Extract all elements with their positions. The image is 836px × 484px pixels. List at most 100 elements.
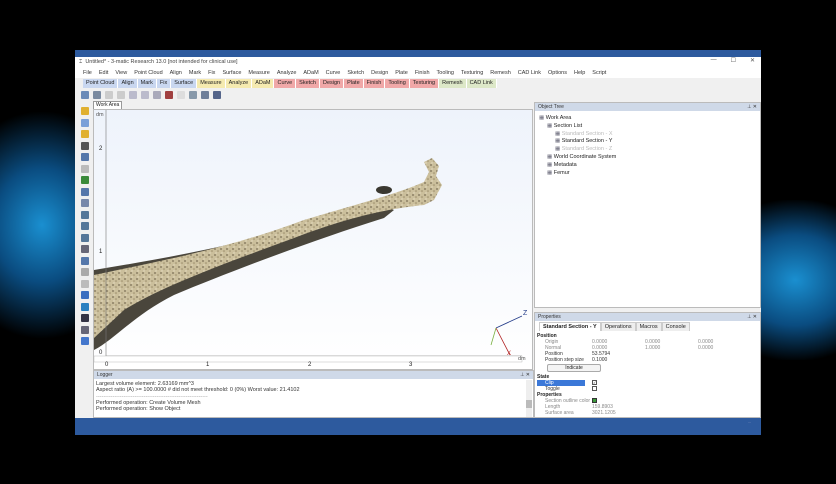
menu-tooling[interactable]: Tooling: [437, 70, 454, 76]
toolbar-tab-curve[interactable]: Curve: [274, 79, 297, 88]
menu-options[interactable]: Options: [548, 70, 567, 76]
tab-standard-section[interactable]: Standard Section - Y: [539, 322, 601, 331]
tab-macros[interactable]: Macros: [635, 322, 662, 331]
tab-console[interactable]: Console: [661, 322, 690, 331]
toolbar-tab-fix[interactable]: Fix: [156, 79, 172, 88]
toggle-checkbox[interactable]: [592, 386, 597, 391]
tool-icon[interactable]: [81, 256, 89, 265]
step-value[interactable]: 0.1000: [592, 357, 645, 363]
tree-item[interactable]: ▦ Standard Section - Y: [539, 138, 616, 146]
tool-icon[interactable]: [81, 291, 89, 299]
clip-checkbox[interactable]: ✓: [592, 380, 597, 385]
tool-icon[interactable]: [117, 90, 125, 99]
menu-sketch[interactable]: Sketch: [347, 70, 364, 76]
tool-icon[interactable]: [81, 130, 89, 138]
minimize-button[interactable]: —: [711, 57, 717, 64]
menu-file[interactable]: File: [83, 70, 92, 76]
tool-icon[interactable]: [81, 141, 89, 150]
tool-icon[interactable]: [81, 153, 89, 161]
pin-close-icon[interactable]: ⊥ ✕: [747, 104, 757, 110]
toolbar-tab-plate[interactable]: Plate: [344, 79, 364, 88]
toolbar-tab-finish[interactable]: Finish: [363, 79, 386, 88]
toolbar-tab-point-cloud[interactable]: Point Cloud: [83, 79, 119, 88]
menu-help[interactable]: Help: [574, 70, 585, 76]
tool-icon[interactable]: [129, 90, 137, 99]
tool-icon[interactable]: [105, 90, 113, 99]
tool-icon[interactable]: [81, 314, 89, 322]
tab-work-area[interactable]: Work Area: [93, 101, 123, 109]
log-scrollbar[interactable]: [526, 380, 532, 417]
indicate-button[interactable]: Indicate: [547, 364, 601, 372]
menu-point-cloud[interactable]: Point Cloud: [134, 70, 162, 76]
tool-icon[interactable]: [81, 176, 89, 184]
select-icon[interactable]: [93, 90, 101, 99]
tool-icon[interactable]: [81, 268, 89, 276]
grid-icon[interactable]: [213, 90, 221, 99]
tree-item[interactable]: ▦ Metadata: [539, 162, 616, 170]
menu-align[interactable]: Align: [170, 70, 182, 76]
tool-icon[interactable]: [81, 222, 89, 230]
tree-item[interactable]: ▦ Work Area: [539, 115, 616, 123]
tool-icon[interactable]: [81, 302, 89, 311]
menu-surface[interactable]: Surface: [222, 70, 241, 76]
toolbar-tab-measure[interactable]: Measure: [197, 79, 226, 88]
toolbar-tab-remesh[interactable]: Remesh: [439, 79, 467, 88]
tool-icon[interactable]: [81, 164, 89, 173]
menu-design[interactable]: Design: [371, 70, 388, 76]
tool-icon[interactable]: [81, 118, 89, 127]
toolbar-tab-surface[interactable]: Surface: [171, 79, 198, 88]
toolbar-tab-align[interactable]: Align: [118, 79, 138, 88]
tree-item[interactable]: ▦ Standard Section - X: [539, 131, 616, 139]
toolbar-tab-mark[interactable]: Mark: [137, 79, 157, 88]
grid-icon[interactable]: [201, 90, 209, 99]
mesh-icon[interactable]: [165, 90, 173, 99]
menu-adam[interactable]: ADaM: [303, 70, 318, 76]
tool-icon[interactable]: [81, 279, 89, 288]
outline-color-swatch[interactable]: [592, 398, 597, 403]
tab-operations[interactable]: Operations: [600, 322, 636, 331]
toolbar-tab-analyze[interactable]: Analyze: [225, 79, 253, 88]
tree-item[interactable]: ▦ Section List: [539, 123, 616, 131]
tool-icon[interactable]: [81, 245, 89, 253]
menu-edit[interactable]: Edit: [99, 70, 108, 76]
tool-icon[interactable]: [81, 187, 89, 196]
toolbar-tab-adam[interactable]: ADaM: [252, 79, 275, 88]
menu-finish[interactable]: Finish: [415, 70, 430, 76]
tree-item[interactable]: ▦ Standard Section - Z: [539, 146, 616, 154]
tool-icon[interactable]: [81, 337, 89, 345]
toolbar-tab-texturing[interactable]: Texturing: [409, 79, 440, 88]
menu-script[interactable]: Script: [592, 70, 606, 76]
tool-icon[interactable]: [153, 90, 161, 99]
menu-cad-link[interactable]: CAD Link: [518, 70, 541, 76]
menu-fix[interactable]: Fix: [208, 70, 215, 76]
tree-item[interactable]: ▦ World Coordinate System: [539, 154, 616, 162]
zoom-icon[interactable]: [81, 90, 89, 99]
toolbar-tab-tooling[interactable]: Tooling: [385, 79, 410, 88]
x-tick-label: 0: [105, 362, 109, 368]
tool-icon[interactable]: [141, 90, 149, 99]
toolbar-tab-design[interactable]: Design: [319, 79, 345, 88]
tool-icon[interactable]: [81, 199, 89, 207]
menu-texturing[interactable]: Texturing: [461, 70, 483, 76]
menu-analyze[interactable]: Analyze: [277, 70, 297, 76]
menu-measure[interactable]: Measure: [248, 70, 269, 76]
menu-remesh[interactable]: Remesh: [490, 70, 510, 76]
toolbar-tab-sketch[interactable]: Sketch: [296, 79, 320, 88]
menu-curve[interactable]: Curve: [326, 70, 341, 76]
pin-close-icon[interactable]: ⊥ ✕: [747, 314, 757, 320]
menu-mark[interactable]: Mark: [189, 70, 201, 76]
close-button[interactable]: ✕: [750, 57, 755, 64]
tool-icon[interactable]: [81, 233, 89, 242]
tool-icon[interactable]: [189, 90, 197, 99]
menu-plate[interactable]: Plate: [395, 70, 408, 76]
maximize-button[interactable]: ☐: [731, 57, 736, 64]
tool-icon[interactable]: [81, 210, 89, 219]
menu-view[interactable]: View: [115, 70, 127, 76]
tool-icon[interactable]: [177, 90, 185, 99]
pin-close-icon[interactable]: ⊥ ✕: [520, 372, 530, 378]
tool-icon[interactable]: [81, 107, 89, 115]
toolbar-tab-cad-link[interactable]: CAD Link: [466, 79, 497, 88]
tool-icon[interactable]: [81, 325, 89, 334]
3d-viewport[interactable]: dm 2 1 0 0 1 2 3 dm Z X: [93, 109, 533, 370]
tree-item[interactable]: ▦ Femur: [539, 170, 616, 178]
